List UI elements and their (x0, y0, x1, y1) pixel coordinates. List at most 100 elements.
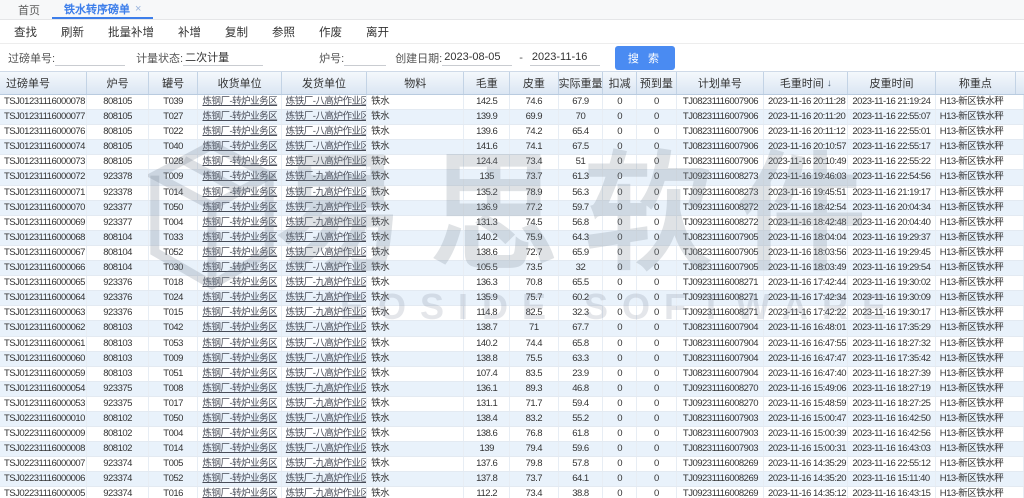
furnace-label: 炉号: (319, 50, 344, 66)
column-header[interactable]: 预到量 (637, 72, 677, 94)
toolbar-button-3[interactable]: 批量补增 (96, 24, 166, 40)
table-row[interactable]: TSJ01231116000059808103T051炼钢厂-转炉业务区炼铁厂-… (0, 367, 1024, 382)
cell: 65.4 (559, 125, 604, 139)
cell: 0 (603, 216, 637, 230)
toolbar-button-5[interactable]: 复制 (213, 24, 260, 40)
cell: 炼铁厂-九高炉作业区 (282, 487, 367, 498)
cell: 76.8 (510, 427, 559, 441)
table-row[interactable]: TSJ02231116000006923374T052炼钢厂-转炉业务区炼铁厂-… (0, 472, 1024, 487)
table-row[interactable]: TSJ01231116000076808105T022炼钢厂-转炉业务区炼铁厂-… (0, 125, 1024, 140)
table-row[interactable]: TSJ01231116000062808103T042炼钢厂-转炉业务区炼铁厂-… (0, 321, 1024, 336)
table-row[interactable]: TSJ01231116000072923378T009炼钢厂-转炉业务区炼铁厂-… (0, 170, 1024, 185)
toolbar-button-2[interactable]: 刷新 (49, 24, 96, 40)
tab-active[interactable]: 铁水转序磅单× (52, 0, 153, 19)
cell: TJ08231116007905 (677, 261, 764, 275)
column-header[interactable]: 炉号 (87, 72, 149, 94)
column-header[interactable]: 皮重 (510, 72, 559, 94)
cell: 2023-11-16 15:00:47 (764, 412, 848, 426)
status-input[interactable] (183, 50, 263, 66)
toolbar-button-1[interactable]: 查找 (2, 24, 49, 40)
cell: 2023-11-16 22:55:07 (848, 110, 935, 124)
cell: 808103 (87, 321, 149, 335)
cell: TSJ01231116000065 (0, 276, 87, 290)
cell: 炼钢厂-转炉业务区 (198, 397, 281, 411)
table-row[interactable]: TSJ01231116000070923377T050炼钢厂-转炉业务区炼铁厂-… (0, 201, 1024, 216)
table-row[interactable]: TSJ01231116000065923376T018炼钢厂-转炉业务区炼铁厂-… (0, 276, 1024, 291)
cell: 铁水 (367, 337, 464, 351)
table-row[interactable]: TSJ01231116000066808104T030炼钢厂-转炉业务区炼铁厂-… (0, 261, 1024, 276)
toolbar-button-4[interactable]: 补增 (166, 24, 213, 40)
cell: 0 (637, 442, 677, 456)
column-header[interactable]: 毛重时间↓ (764, 72, 848, 94)
cell: 136.3 (464, 276, 510, 290)
column-header-label: 收货单位 (218, 75, 262, 91)
table-row[interactable]: TSJ01231116000061808103T053炼钢厂-转炉业务区炼铁厂-… (0, 337, 1024, 352)
table-row[interactable]: TSJ02231116000009808102T004炼钢厂-转炉业务区炼铁厂-… (0, 427, 1024, 442)
table-row[interactable]: TSJ01231116000063923376T015炼钢厂-转炉业务区炼铁厂-… (0, 306, 1024, 321)
tab-close-icon[interactable]: × (135, 3, 141, 15)
cell: TSJ01231116000060 (0, 352, 87, 366)
table-row[interactable]: TSJ02231116000005923374T016炼钢厂-转炉业务区炼铁厂-… (0, 487, 1024, 498)
toolbar-button-6[interactable]: 参照 (260, 24, 307, 40)
table-row[interactable]: TSJ01231116000060808103T009炼钢厂-转炉业务区炼铁厂-… (0, 352, 1024, 367)
table-row[interactable]: TSJ02231116000010808102T050炼钢厂-转炉业务区炼铁厂-… (0, 412, 1024, 427)
table-row[interactable]: TSJ02231116000007923374T005炼钢厂-转炉业务区炼铁厂-… (0, 457, 1024, 472)
table-row[interactable]: TSJ01231116000077808105T027炼钢厂-转炉业务区炼铁厂-… (0, 110, 1024, 125)
cell: 炼钢厂-转炉业务区 (198, 291, 281, 305)
cell: 炼铁厂-八高炉作业区 (282, 155, 367, 169)
cell: TSJ02231116000006 (0, 472, 87, 486)
toolbar-button-7[interactable]: 作废 (307, 24, 354, 40)
cell: 炼铁厂-九高炉作业区 (282, 170, 367, 184)
column-header[interactable]: 罐号 (149, 72, 199, 94)
column-header[interactable]: 收货单位 (198, 72, 281, 94)
table-row[interactable]: TSJ01231116000069923377T004炼钢厂-转炉业务区炼铁厂-… (0, 216, 1024, 231)
cell: TSJ01231116000076 (0, 125, 87, 139)
table-row[interactable]: TSJ01231116000067808104T052炼钢厂-转炉业务区炼铁厂-… (0, 246, 1024, 261)
column-header[interactable]: 实际重量 (559, 72, 604, 94)
cell: 2023-11-16 19:30:02 (848, 276, 935, 290)
column-header[interactable]: 过磅单号 (0, 72, 87, 94)
cell: 0 (603, 246, 637, 260)
tab-bar: 首页铁水转序磅单× (0, 0, 1024, 20)
column-header[interactable]: 扣减 (603, 72, 637, 94)
tab-home[interactable]: 首页 (6, 0, 52, 19)
cell: 2023-11-16 16:43:15 (848, 487, 935, 498)
table-row[interactable]: TSJ01231116000078808105T039炼钢厂-转炉业务区炼铁厂-… (0, 95, 1024, 110)
cell: 138.4 (464, 412, 510, 426)
cell: 923374 (87, 472, 149, 486)
table-row[interactable]: TSJ01231116000064923376T024炼钢厂-转炉业务区炼铁厂-… (0, 291, 1024, 306)
column-header[interactable]: 皮重时间 (848, 72, 935, 94)
column-header[interactable]: 计划单号 (677, 72, 764, 94)
cell: H13-新区铁水秤 (936, 337, 1024, 351)
cell: TSJ01231116000066 (0, 261, 87, 275)
table-row[interactable]: TSJ01231116000068808104T033炼钢厂-转炉业务区炼铁厂-… (0, 231, 1024, 246)
date-from-input[interactable] (442, 50, 512, 66)
cell: 炼钢厂-转炉业务区 (198, 276, 281, 290)
table-row[interactable]: TSJ02231116000008808102T014炼钢厂-转炉业务区炼铁厂-… (0, 442, 1024, 457)
date-to-input[interactable] (530, 50, 600, 66)
cell: 0 (603, 291, 637, 305)
cell: T039 (149, 95, 199, 109)
column-header[interactable]: 物料 (367, 72, 464, 94)
cell: 67.7 (559, 321, 604, 335)
table-row[interactable]: TSJ01231116000053923375T017炼钢厂-转炉业务区炼铁厂-… (0, 397, 1024, 412)
cell: TSJ02231116000007 (0, 457, 87, 471)
toolbar-button-8[interactable]: 离开 (354, 24, 401, 40)
search-button[interactable]: 搜 索 (615, 46, 675, 70)
furnace-input[interactable] (344, 50, 386, 66)
table-row[interactable]: TSJ01231116000073808105T028炼钢厂-转炉业务区炼铁厂-… (0, 155, 1024, 170)
cell: 808103 (87, 367, 149, 381)
cell: 2023-11-16 20:11:12 (764, 125, 848, 139)
cell: 64.3 (559, 231, 604, 245)
cell: TJ08231116007904 (677, 321, 764, 335)
weigh-no-input[interactable] (55, 50, 125, 66)
column-header[interactable]: 毛重 (464, 72, 510, 94)
cell: 73.5 (510, 261, 559, 275)
table-row[interactable]: TSJ01231116000074808105T040炼钢厂-转炉业务区炼铁厂-… (0, 140, 1024, 155)
cell: 2023-11-16 19:29:37 (848, 231, 935, 245)
table-row[interactable]: TSJ01231116000071923378T014炼钢厂-转炉业务区炼铁厂-… (0, 186, 1024, 201)
column-header[interactable]: 称重点 (936, 72, 1016, 94)
column-header[interactable]: 发货单位 (282, 72, 367, 94)
cell: H13-新区铁水秤 (936, 155, 1024, 169)
table-row[interactable]: TSJ01231116000054923375T008炼钢厂-转炉业务区炼铁厂-… (0, 382, 1024, 397)
